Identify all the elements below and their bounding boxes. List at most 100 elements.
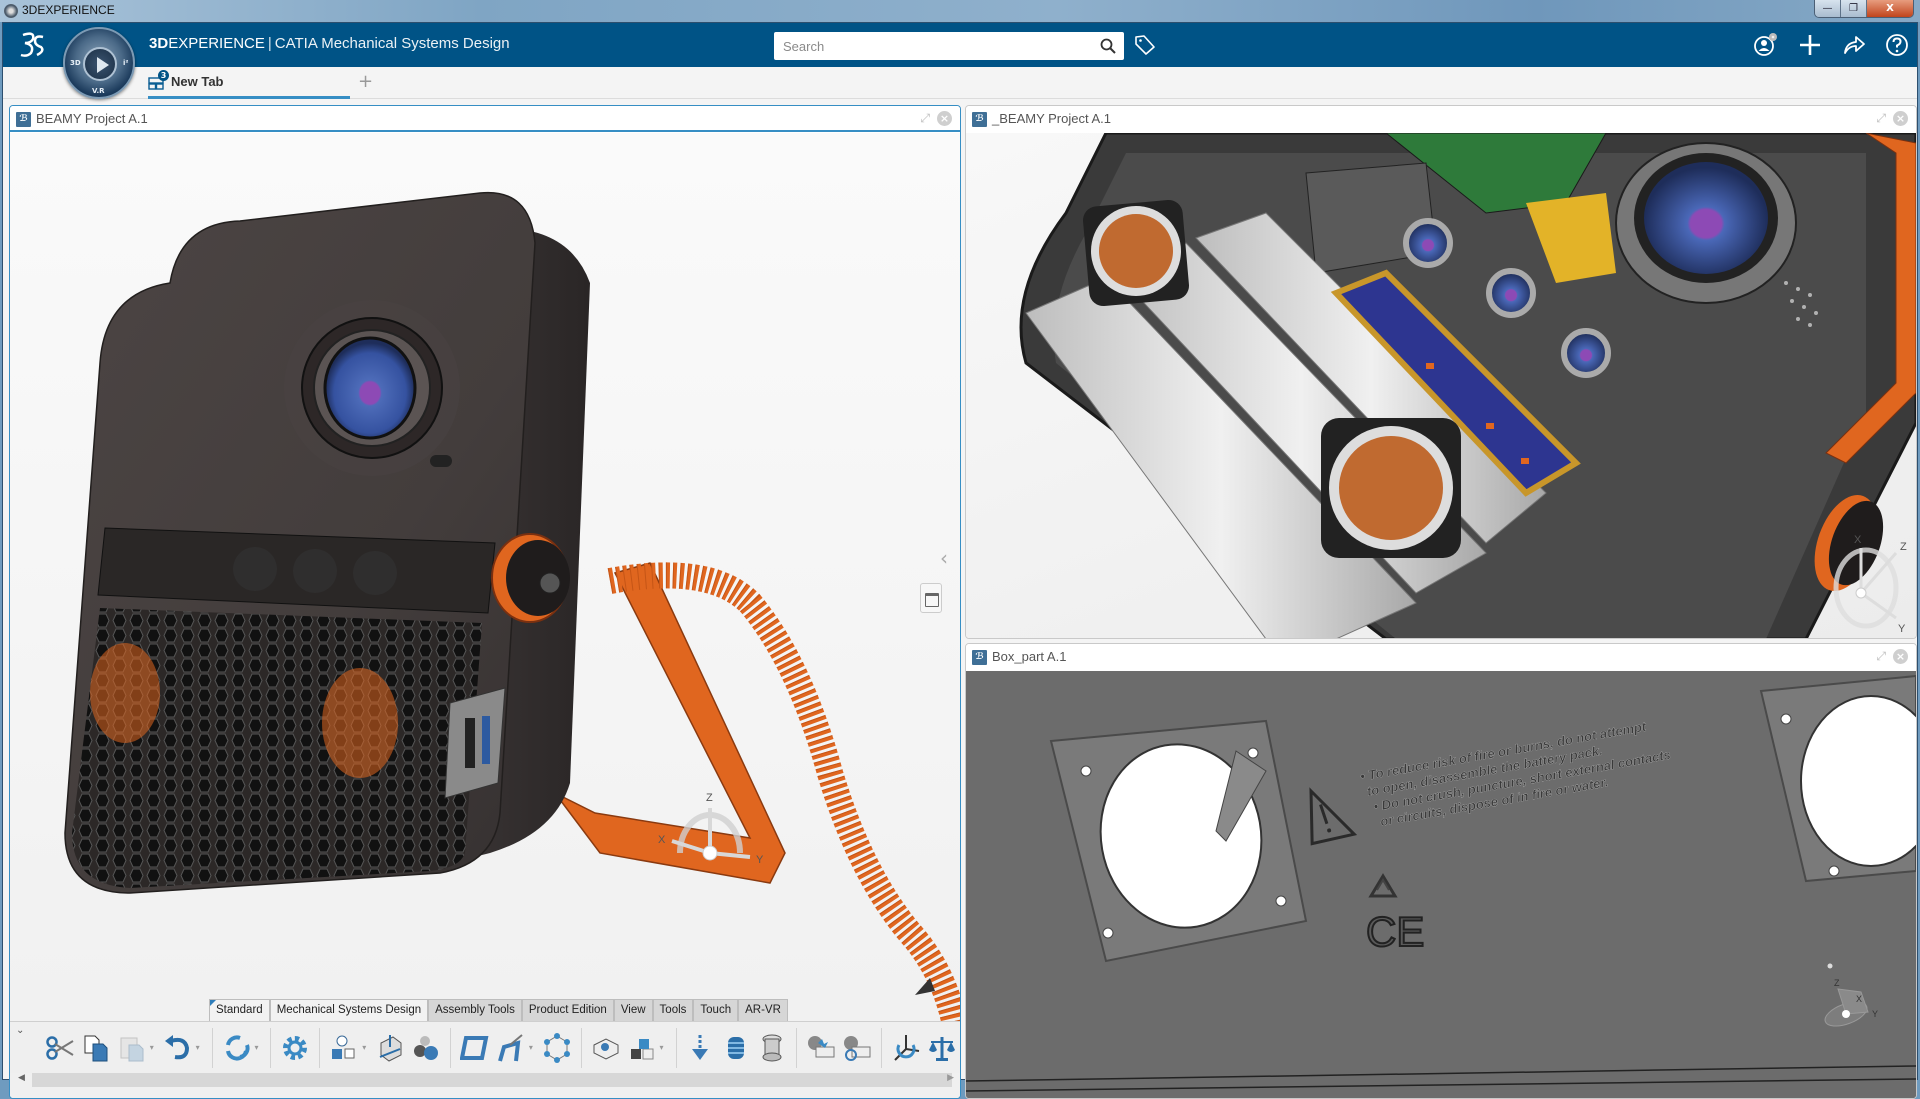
panel-title: _BEAMY Project A.1 [992,111,1111,126]
tab-bar: 3 New Tab + [3,67,1917,99]
close-panel-icon[interactable]: × [937,111,952,126]
compass-widget[interactable]: 3D i² V.R [63,27,135,99]
collapse-side-panel-icon[interactable]: ‹ [940,546,956,570]
tab-new-tab[interactable]: 3 New Tab [148,67,350,99]
cut-icon[interactable] [42,1030,78,1066]
copy-icon[interactable] [78,1030,114,1066]
ds-logo-icon[interactable] [17,29,47,66]
update-icon[interactable] [219,1030,255,1066]
connection-dropdown-icon[interactable]: ▾ [362,1043,372,1052]
3d-scene-beamy-device[interactable]: Z X Y [10,133,960,1099]
add-tab-button[interactable]: + [358,71,373,92]
add-icon[interactable] [1797,32,1823,58]
axis-x-label: X [1854,534,1862,546]
paste-icon[interactable] [114,1030,150,1066]
paste-dropdown-icon[interactable]: ▾ [150,1043,160,1052]
drop-icon[interactable] [683,1030,719,1066]
maximize-icon[interactable]: ⤢ [1876,111,1886,126]
minimize-button[interactable]: — [1815,0,1841,17]
spring-icon[interactable] [718,1030,754,1066]
action-tab-view[interactable]: View [613,999,653,1021]
panel-header: ℬ BEAMY Project A.1 ⤢ × [10,106,960,132]
undo-dropdown-icon[interactable]: ▾ [196,1043,206,1052]
action-tab-touch[interactable]: Touch [693,999,739,1021]
restore-button[interactable]: ❐ [1841,0,1867,17]
app-icon [4,4,18,18]
action-bar: ▾ ▾ ▾ ▾ ▾ ▾ [10,1021,960,1073]
panel-toggle-button[interactable] [920,583,942,613]
user-profile-icon[interactable] [1753,32,1779,58]
play-icon [97,57,109,73]
ce-mark-emboss: CE [1366,908,1424,955]
insert-dropdown-icon[interactable]: ▾ [660,1043,670,1052]
action-tab-ar-vr[interactable]: AR-VR [738,999,788,1021]
compass-play-button[interactable] [83,47,117,81]
action-tab-assembly-tools[interactable]: Assembly Tools [428,999,522,1021]
3d-scene-box-part[interactable]: • To reduce risk of fire or burns, do no… [966,671,1916,1099]
search-input[interactable] [774,32,1084,60]
separator [580,1027,582,1068]
axis-z-label: Z [1834,978,1840,988]
collapse-action-bar-icon[interactable]: ⌄ [16,1025,30,1039]
joint-dropdown-icon[interactable]: ▾ [529,1043,539,1052]
action-tab-standard[interactable]: Standard [209,999,270,1021]
panel-title: Box_part A.1 [992,649,1067,664]
maximize-icon[interactable]: ⤢ [1876,649,1886,664]
bushing-icon[interactable] [754,1030,790,1066]
clash-icon[interactable] [803,1030,839,1066]
update-dropdown-icon[interactable]: ▾ [254,1043,264,1052]
tag-icon[interactable] [1133,33,1157,57]
balance-icon[interactable] [924,1030,960,1066]
axis-x-label: X [1856,994,1862,1004]
scroll-left-icon[interactable]: ◀ [18,1073,25,1083]
3ds-product-icon: ℬ [16,112,31,127]
scroll-right-icon[interactable]: ▶ [947,1073,954,1083]
undo-icon[interactable] [160,1030,196,1066]
fix-constraint-icon[interactable] [372,1030,408,1066]
brand-3d: 3D [149,35,169,52]
axis-y-label: Y [1872,1009,1878,1019]
3d-viewport[interactable]: X Z Y [966,133,1916,638]
axis-x-label: X [658,834,666,846]
axis-system-icon[interactable] [888,1030,924,1066]
compass-vr-label[interactable]: V.R [92,87,105,95]
search-icon[interactable] [1100,38,1116,54]
network-icon[interactable] [539,1030,575,1066]
panel-title: BEAMY Project A.1 [36,111,148,126]
insert-part-icon[interactable] [624,1030,660,1066]
mechanism-icon[interactable] [457,1030,493,1066]
close-panel-icon[interactable]: × [1893,111,1908,126]
close-panel-icon[interactable]: × [1893,649,1908,664]
action-tab-tools[interactable]: Tools [652,999,694,1021]
speaker-top [1082,199,1190,307]
axis-z-label: Z [1900,541,1907,553]
3d-viewport[interactable]: Z X Y [10,133,960,1098]
close-button[interactable]: X [1867,0,1913,17]
3ds-product-icon: ℬ [972,112,987,127]
clash-filter-icon[interactable] [839,1030,875,1066]
engineering-connection-icon[interactable] [326,1030,362,1066]
share-icon[interactable] [1841,32,1867,58]
viewport-panel-beamy-project-copy[interactable]: ℬ _BEAMY Project A.1 ⤢ × X Z Y [965,105,1917,639]
compass-social-label[interactable]: i² [123,59,128,67]
compass-3d-label[interactable]: 3D [70,59,81,67]
tab-label: New Tab [171,74,224,89]
separator [319,1027,321,1068]
help-icon[interactable] [1884,32,1910,58]
window-title: 3DEXPERIENCE [22,3,115,17]
viewport-panel-beamy-project[interactable]: ℬ BEAMY Project A.1 ⤢ × Z X Y ‹ Standard… [9,105,961,1099]
kinematic-joint-icon[interactable] [493,1030,529,1066]
action-bar-scrollbar[interactable] [32,1073,952,1087]
search-box [774,32,1124,60]
action-tab-mechanical-systems-design[interactable]: Mechanical Systems Design [269,999,429,1021]
viewport-panel-box-part[interactable]: ℬ Box_part A.1 ⤢ × • To reduce risk of f… [965,643,1917,1099]
3d-scene-beamy-internals[interactable]: X Z Y [966,133,1916,639]
action-tab-product-edition[interactable]: Product Edition [521,999,614,1021]
maximize-icon[interactable]: ⤢ [920,111,930,126]
properties-gear-icon[interactable] [277,1030,313,1066]
window-controls: — ❐ X [1814,0,1914,18]
panel-header: ℬ Box_part A.1 ⤢ × [966,644,1916,670]
manipulate-icon[interactable] [588,1030,624,1066]
spheres-icon[interactable] [408,1030,444,1066]
3d-viewport[interactable]: • To reduce risk of fire or burns, do no… [966,671,1916,1098]
